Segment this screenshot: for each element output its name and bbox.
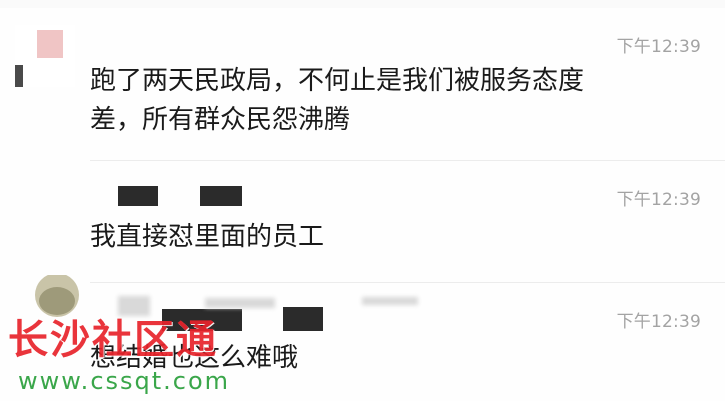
message-divider: [90, 282, 725, 283]
chat-screen: 下午12:39 跑了两天民政局，不何止是我们被服务态度 差，所有群众民怨沸腾 下…: [0, 0, 725, 401]
message-text-line: 我直接怼里面的员工: [90, 222, 325, 252]
watermark-title: 长沙社区通: [8, 317, 218, 363]
avatar[interactable]: [15, 25, 75, 87]
message-timestamp: 下午12:39: [616, 37, 701, 57]
message-divider: [90, 160, 725, 161]
watermark-url: www.cssqt.com: [18, 367, 231, 395]
redacted-name: [200, 186, 242, 206]
redacted-name: [283, 307, 323, 331]
redacted-name: [362, 297, 418, 305]
message-timestamp: 下午12:39: [616, 312, 701, 332]
redacted-name: [118, 186, 158, 206]
message-text-line: 跑了两天民政局，不何止是我们被服务态度: [90, 66, 585, 96]
status-bar-remnant: [0, 0, 725, 8]
message-timestamp: 下午12:39: [616, 190, 701, 210]
message-text-line: 差，所有群众民怨沸腾: [90, 105, 351, 135]
